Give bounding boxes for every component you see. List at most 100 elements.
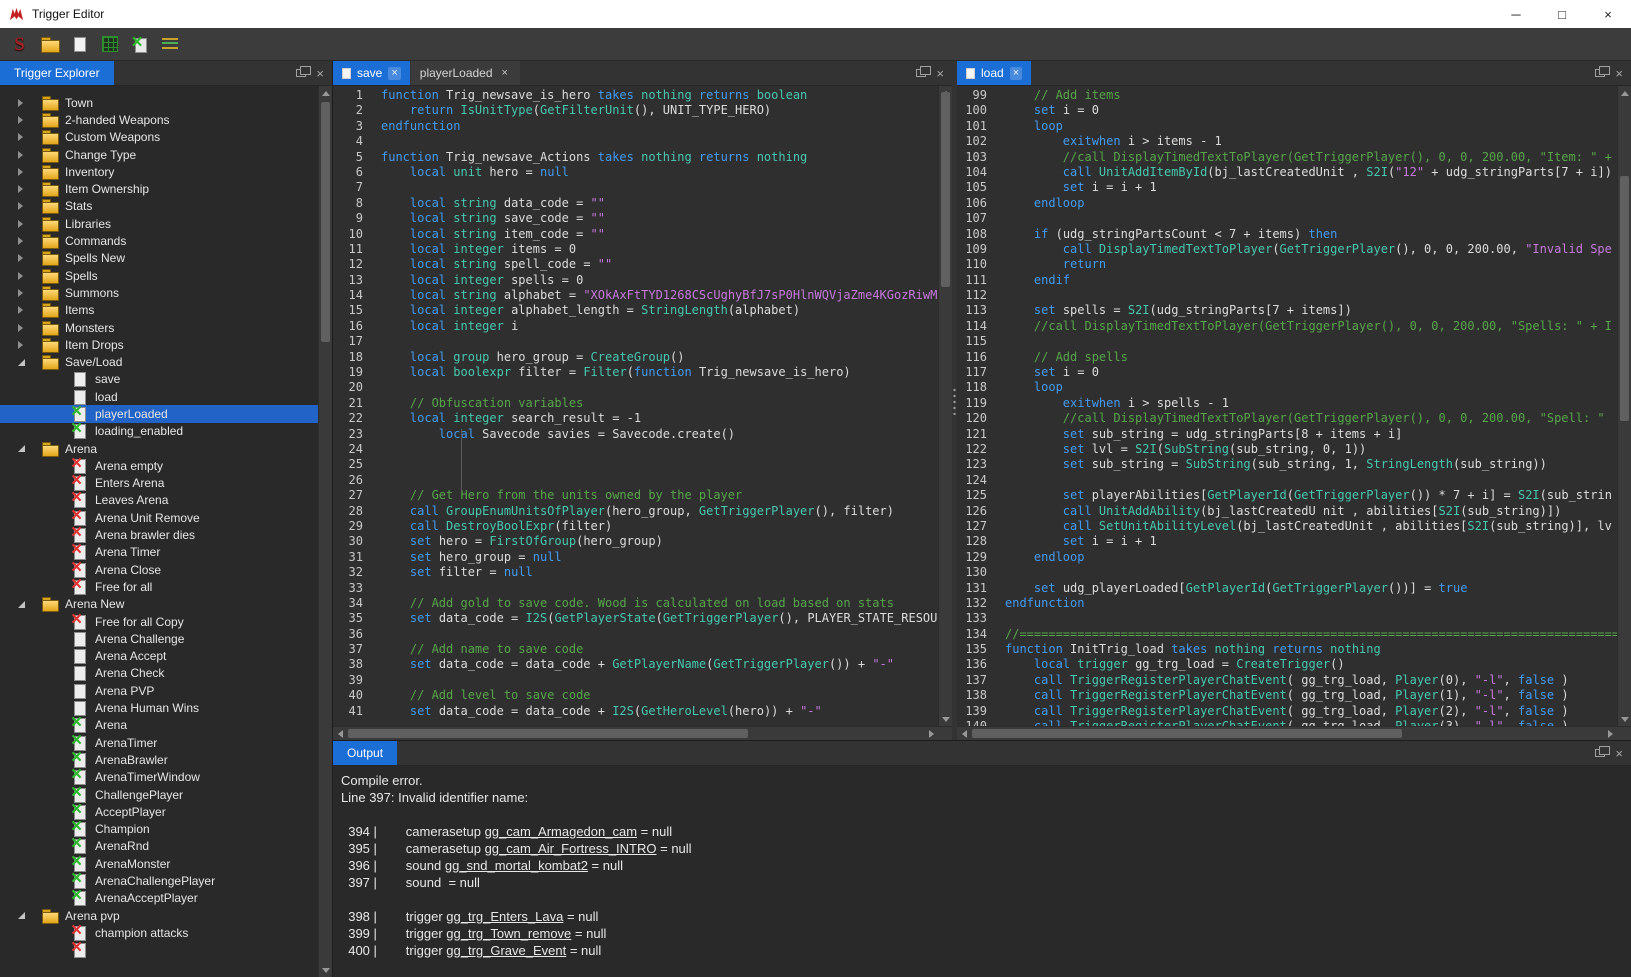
tab-load[interactable]: load×	[957, 61, 1031, 85]
tree-item[interactable]: Enters Arena	[0, 475, 318, 492]
tree-item[interactable]: save	[0, 371, 318, 388]
new-file-button[interactable]	[66, 31, 93, 58]
tree-item[interactable]: Custom Weapons	[0, 129, 318, 146]
tree-item[interactable]: loading_enabled	[0, 423, 318, 440]
tree-item[interactable]: playerLoaded	[0, 405, 318, 422]
tree-item[interactable]: Libraries	[0, 215, 318, 232]
close-panel-icon[interactable]: ×	[316, 67, 324, 80]
tab-playerLoaded[interactable]: playerLoaded×	[411, 61, 520, 85]
collapsed-arrow-icon[interactable]	[18, 324, 23, 332]
collapsed-arrow-icon[interactable]	[18, 237, 23, 245]
green-x-button[interactable]	[126, 31, 153, 58]
tree-item[interactable]: Save/Load	[0, 353, 318, 370]
scrollbar-thumb[interactable]	[321, 102, 330, 342]
tree-item[interactable]: 2-handed Weapons	[0, 111, 318, 128]
tree-item[interactable]: AcceptPlayer	[0, 803, 318, 820]
tree-item[interactable]: ArenaMonster	[0, 855, 318, 872]
scroll-up-button[interactable]	[319, 86, 333, 100]
tree-item[interactable]: load	[0, 388, 318, 405]
tree-item[interactable]: ArenaChallengePlayer	[0, 872, 318, 889]
collapsed-arrow-icon[interactable]	[18, 151, 23, 159]
expanded-arrow-icon[interactable]	[18, 912, 25, 919]
tree-item[interactable]: ArenaTimer	[0, 734, 318, 751]
float-panel-icon[interactable]	[1595, 749, 1605, 757]
output-tab[interactable]: Output	[333, 741, 397, 765]
tree-item[interactable]: Arena brawler dies	[0, 526, 318, 543]
tree-item[interactable]: ArenaTimerWindow	[0, 769, 318, 786]
expanded-arrow-icon[interactable]	[18, 359, 25, 366]
close-panel-icon[interactable]: ×	[1615, 67, 1623, 80]
tree-item[interactable]: Spells New	[0, 250, 318, 267]
scroll-down-button[interactable]	[939, 712, 953, 726]
tree-item[interactable]: Summons	[0, 284, 318, 301]
scroll-left-button[interactable]	[957, 727, 971, 741]
scrollbar-thumb[interactable]	[348, 729, 748, 738]
code-editor-save[interactable]: 1function Trig_newsave_is_hero takes not…	[333, 86, 938, 726]
tree-item[interactable]: Change Type	[0, 146, 318, 163]
tree-item[interactable]: Town	[0, 94, 318, 111]
tree-item[interactable]: Arena Accept	[0, 648, 318, 665]
tree-item[interactable]: Arena Unit Remove	[0, 509, 318, 526]
tree-item[interactable]: Items	[0, 302, 318, 319]
collapsed-arrow-icon[interactable]	[18, 289, 23, 297]
expanded-arrow-icon[interactable]	[18, 445, 25, 452]
expanded-arrow-icon[interactable]	[18, 601, 25, 608]
tree-item[interactable]: Arena Check	[0, 665, 318, 682]
scroll-down-button[interactable]	[319, 963, 333, 977]
close-panel-icon[interactable]: ×	[936, 67, 944, 80]
tree-item[interactable]: ArenaRnd	[0, 838, 318, 855]
tree-item[interactable]: Inventory	[0, 163, 318, 180]
grid-button[interactable]	[96, 31, 123, 58]
float-panel-icon[interactable]	[916, 69, 926, 77]
scroll-left-button[interactable]	[333, 727, 347, 741]
maximize-button[interactable]: □	[1539, 0, 1585, 28]
tree-item[interactable]: Arena PVP	[0, 682, 318, 699]
tree-item[interactable]: Monsters	[0, 319, 318, 336]
collapsed-arrow-icon[interactable]	[18, 133, 23, 141]
tree-item[interactable]: ArenaBrawler	[0, 751, 318, 768]
code-editor-load[interactable]: 99 // Add items100 set i = 0101 loop102 …	[957, 86, 1617, 726]
tab-close-icon[interactable]: ×	[388, 67, 400, 80]
tree-item[interactable]: Stats	[0, 198, 318, 215]
tree-item[interactable]: Champion	[0, 820, 318, 837]
tab-save[interactable]: save×	[333, 61, 410, 85]
close-panel-icon[interactable]: ×	[1615, 747, 1623, 760]
collapsed-arrow-icon[interactable]	[18, 272, 23, 280]
explorer-header-tab[interactable]: Trigger Explorer	[0, 61, 114, 85]
s-logo-button[interactable]	[6, 31, 33, 58]
float-panel-icon[interactable]	[1595, 69, 1605, 77]
collapsed-arrow-icon[interactable]	[18, 202, 23, 210]
tree-item[interactable]: champion attacks	[0, 924, 318, 941]
tree-item[interactable]: Leaves Arena	[0, 492, 318, 509]
collapsed-arrow-icon[interactable]	[18, 185, 23, 193]
tree-item[interactable]: Item Ownership	[0, 180, 318, 197]
tree-item[interactable]: Arena empty	[0, 457, 318, 474]
tab-close-icon[interactable]: ×	[499, 67, 511, 80]
collapsed-arrow-icon[interactable]	[18, 254, 23, 262]
tree-item[interactable]: Arena Close	[0, 561, 318, 578]
collapsed-arrow-icon[interactable]	[18, 99, 23, 107]
tree-item[interactable]: Arena	[0, 717, 318, 734]
tree-item[interactable]: Item Drops	[0, 336, 318, 353]
collapsed-arrow-icon[interactable]	[18, 168, 23, 176]
tree-item[interactable]: Arena Human Wins	[0, 699, 318, 716]
scroll-up-button[interactable]	[1618, 86, 1631, 100]
scrollbar-thumb[interactable]	[1620, 176, 1629, 421]
collapsed-arrow-icon[interactable]	[18, 220, 23, 228]
tree-item[interactable]: Arena	[0, 440, 318, 457]
editor-horizontal-scrollbar[interactable]	[957, 726, 1631, 740]
editor-vertical-scrollbar[interactable]	[1617, 86, 1631, 726]
tree-item[interactable]: Arena pvp	[0, 907, 318, 924]
scrollbar-thumb[interactable]	[972, 729, 1402, 738]
float-panel-icon[interactable]	[296, 69, 306, 77]
tree-item[interactable]	[0, 942, 318, 959]
tree-item[interactable]: Free for all	[0, 578, 318, 595]
tree-item[interactable]: Commands	[0, 232, 318, 249]
tree-item[interactable]: Arena Challenge	[0, 630, 318, 647]
minimize-button[interactable]: ─	[1493, 0, 1539, 28]
tree-item[interactable]: ChallengePlayer	[0, 786, 318, 803]
tree-vertical-scrollbar[interactable]	[318, 86, 332, 977]
scroll-down-button[interactable]	[1618, 712, 1631, 726]
scroll-right-button[interactable]	[924, 727, 938, 741]
tree-item[interactable]: Arena Timer	[0, 544, 318, 561]
